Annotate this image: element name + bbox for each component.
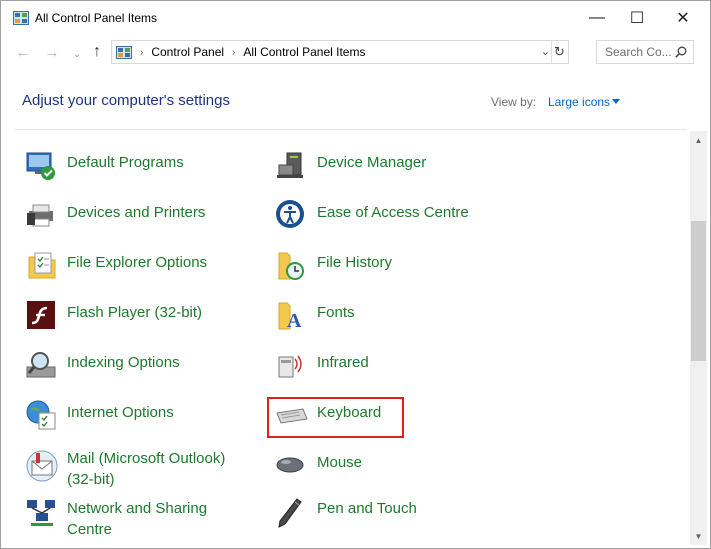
infrared-icon (278, 355, 302, 378)
ease-of-access-icon (276, 200, 304, 228)
back-arrow-icon[interactable]: ← (13, 42, 33, 62)
scroll-up-arrow-icon[interactable]: ▲ (690, 133, 707, 147)
scroll-thumb[interactable] (691, 221, 706, 361)
search-icon[interactable] (675, 46, 687, 58)
breadcrumb-separator-icon[interactable]: › (140, 47, 143, 58)
control-panel-icon (13, 11, 29, 25)
maximize-button[interactable]: ☐ (614, 1, 660, 35)
devices-printers-icon (27, 204, 53, 227)
window-title: All Control Panel Items (35, 11, 158, 25)
forward-arrow-icon[interactable]: → (42, 42, 62, 62)
breadcrumb-all-items[interactable]: All Control Panel Items (243, 45, 365, 59)
refresh-icon[interactable]: ↻ (551, 41, 567, 63)
breadcrumb-control-panel[interactable]: Control Panel (151, 45, 224, 59)
control-panel-icon (116, 45, 132, 59)
item-label: Mail (Microsoft Outlook) (32-bit) (67, 450, 226, 488)
page-title: Adjust your computer's settings (22, 92, 230, 109)
header-divider (15, 129, 687, 130)
mouse-icon (276, 457, 304, 473)
file-history-icon (278, 252, 304, 280)
address-bar[interactable]: › Control Panel › All Control Panel Item… (111, 40, 569, 64)
file-explorer-options-icon (28, 252, 56, 279)
view-by-label: View by: (491, 95, 537, 109)
search-box[interactable] (596, 40, 694, 64)
item-label: Pen and Touch (317, 500, 417, 517)
control-panel-window: All Control Panel Items — ☐ ✕ ← → ⌄ ↑ › … (0, 0, 711, 549)
title-bar[interactable]: All Control Panel Items — ☐ ✕ (1, 1, 710, 35)
recent-locations-chevron-icon[interactable]: ⌄ (67, 44, 87, 64)
internet-options-icon (26, 400, 56, 430)
item-label: Fonts (317, 304, 355, 321)
scroll-down-arrow-icon[interactable]: ▼ (690, 529, 707, 543)
device-manager-icon (277, 152, 303, 178)
network-sharing-icon (27, 500, 55, 526)
mail-icon (26, 450, 58, 482)
up-arrow-icon[interactable]: ↑ (87, 42, 107, 62)
close-button[interactable]: ✕ (660, 1, 706, 35)
item-label: Internet Options (67, 404, 174, 421)
indexing-options-icon (26, 352, 56, 378)
search-input[interactable] (605, 45, 677, 59)
item-label: Ease of Access Centre (317, 204, 469, 221)
item-label: Device Manager (317, 154, 427, 171)
view-by-dropdown[interactable]: Large icons (548, 95, 610, 109)
item-label: File History (317, 254, 393, 271)
fonts-icon: A (278, 302, 302, 332)
default-programs-icon (26, 152, 55, 180)
item-label: Mouse (317, 454, 363, 471)
vertical-scrollbar[interactable]: ▲ ▼ (690, 131, 707, 545)
keyboard-highlight-box (267, 397, 404, 438)
item-label: Flash Player (32-bit) (67, 304, 203, 321)
item-label: Devices and Printers (67, 204, 206, 221)
pen-touch-icon (278, 498, 302, 528)
view-by-caret-icon[interactable] (612, 99, 620, 104)
item-label: Network and Sharing Centre (67, 500, 208, 538)
item-label: Infrared (317, 354, 369, 371)
item-label: File Explorer Options (67, 254, 208, 271)
breadcrumb-separator-icon[interactable]: › (232, 47, 235, 58)
svg-text:A: A (287, 310, 302, 332)
item-label: Default Programs (67, 154, 184, 171)
item-label: Indexing Options (67, 354, 180, 371)
address-dropdown-icon[interactable]: ⌄ (541, 45, 550, 58)
flash-player-icon (27, 301, 55, 329)
